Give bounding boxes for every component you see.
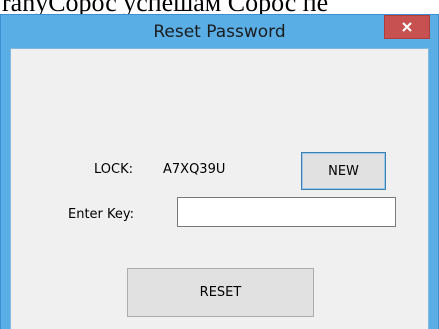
dialog-client-area: LOCK: A7XQ39U NEW Enter Key: RESET [10, 48, 429, 329]
reset-button[interactable]: RESET [127, 268, 314, 317]
close-icon [402, 22, 412, 32]
screenshot: ranyСорос успешам Сорос пе Reset Passwor… [0, 0, 439, 329]
dialog-title: Reset Password [153, 22, 286, 42]
new-button[interactable]: NEW [301, 152, 386, 190]
key-input[interactable] [177, 197, 396, 227]
close-button[interactable] [384, 15, 430, 39]
reset-password-dialog: Reset Password LOCK: A7XQ39U NEW Enter K… [0, 14, 439, 329]
lock-code-value: A7XQ39U [163, 162, 226, 177]
enter-key-label: Enter Key: [68, 207, 135, 222]
title-bar[interactable]: Reset Password [1, 15, 438, 49]
lock-label: LOCK: [94, 162, 133, 177]
